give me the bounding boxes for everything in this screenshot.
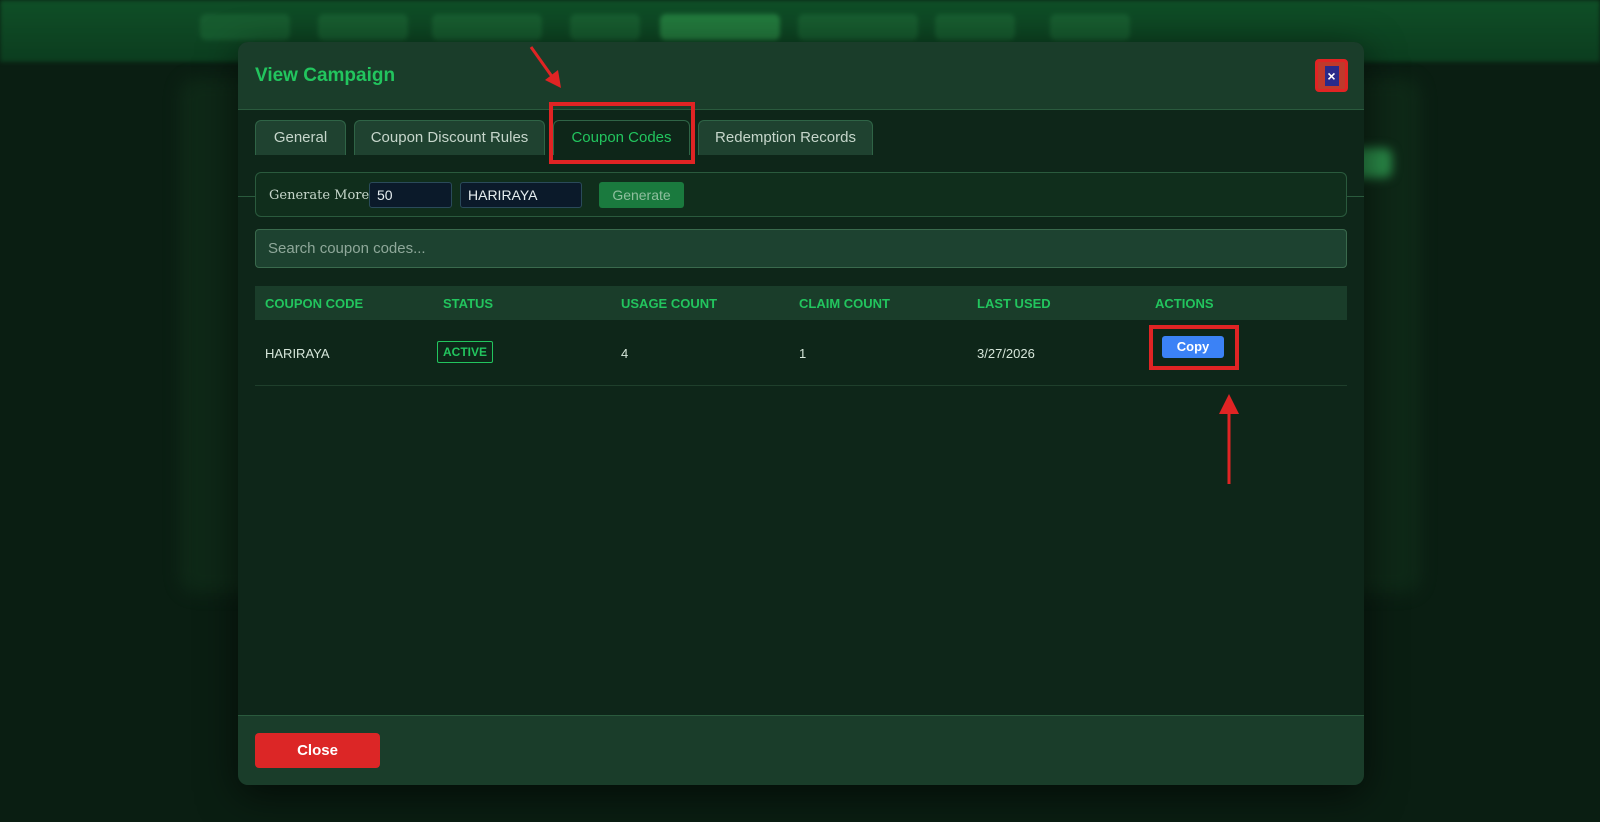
copy-highlight-box: Copy (1149, 325, 1239, 370)
cell-coupon-code: HARIRAYA (265, 346, 330, 361)
quantity-input[interactable]: 50 (369, 182, 452, 208)
modal-title: View Campaign (255, 65, 396, 86)
tab-redemption-records[interactable]: Redemption Records (698, 120, 873, 155)
cell-last-used: 3/27/2026 (977, 346, 1035, 361)
cell-usage-count: 4 (621, 346, 629, 361)
close-icon: × (1324, 65, 1339, 86)
table-row: HARIRAYA ACTIVE 4 1 3/27/2026 Copy (255, 320, 1347, 386)
modal-footer: Close (238, 715, 1364, 785)
background-nav-item (1050, 14, 1130, 40)
view-campaign-modal: View Campaign × General Coupon Discount … (238, 42, 1364, 785)
background-nav-item-active (660, 14, 780, 40)
arrow-up-icon (1219, 394, 1239, 484)
column-header-claim-count: CLAIM COUNT (799, 296, 890, 311)
background-nav-item (935, 14, 1015, 40)
tab-general[interactable]: General (255, 120, 346, 155)
copy-button[interactable]: Copy (1162, 336, 1224, 358)
column-header-last-used: LAST USED (977, 296, 1051, 311)
column-header-status: STATUS (443, 296, 494, 311)
search-input[interactable]: Search coupon codes... (255, 229, 1347, 268)
background-nav-item (200, 14, 290, 40)
column-header-coupon-code: COUPON CODE (265, 296, 364, 311)
generate-more-label: Generate More: (269, 188, 374, 203)
cell-claim-count: 1 (799, 346, 807, 361)
prefix-input[interactable]: HARIRAYA (460, 182, 582, 208)
modal-close-button[interactable]: × (1315, 59, 1348, 92)
table-header: COUPON CODE STATUS USAGE COUNT CLAIM COU… (255, 286, 1347, 320)
background-nav-item (570, 14, 640, 40)
tab-coupon-discount-rules[interactable]: Coupon Discount Rules (354, 120, 545, 155)
column-header-usage-count: USAGE COUNT (621, 296, 718, 311)
generate-more-panel: Generate More: 50 HARIRAYA Generate (255, 172, 1347, 217)
background-nav-item (432, 14, 542, 40)
background-nav-item (798, 14, 918, 40)
coupon-codes-table: COUPON CODE STATUS USAGE COUNT CLAIM COU… (255, 286, 1347, 386)
column-header-actions: ACTIONS (1155, 296, 1214, 311)
generate-button[interactable]: Generate (599, 182, 684, 208)
arrow-down-icon (529, 46, 561, 88)
close-button[interactable]: Close (255, 733, 380, 768)
status-badge: ACTIVE (437, 341, 494, 363)
coupon-codes-tab-highlight-box (549, 102, 695, 164)
modal-header: View Campaign × (238, 42, 1364, 110)
background-nav-item (318, 14, 408, 40)
